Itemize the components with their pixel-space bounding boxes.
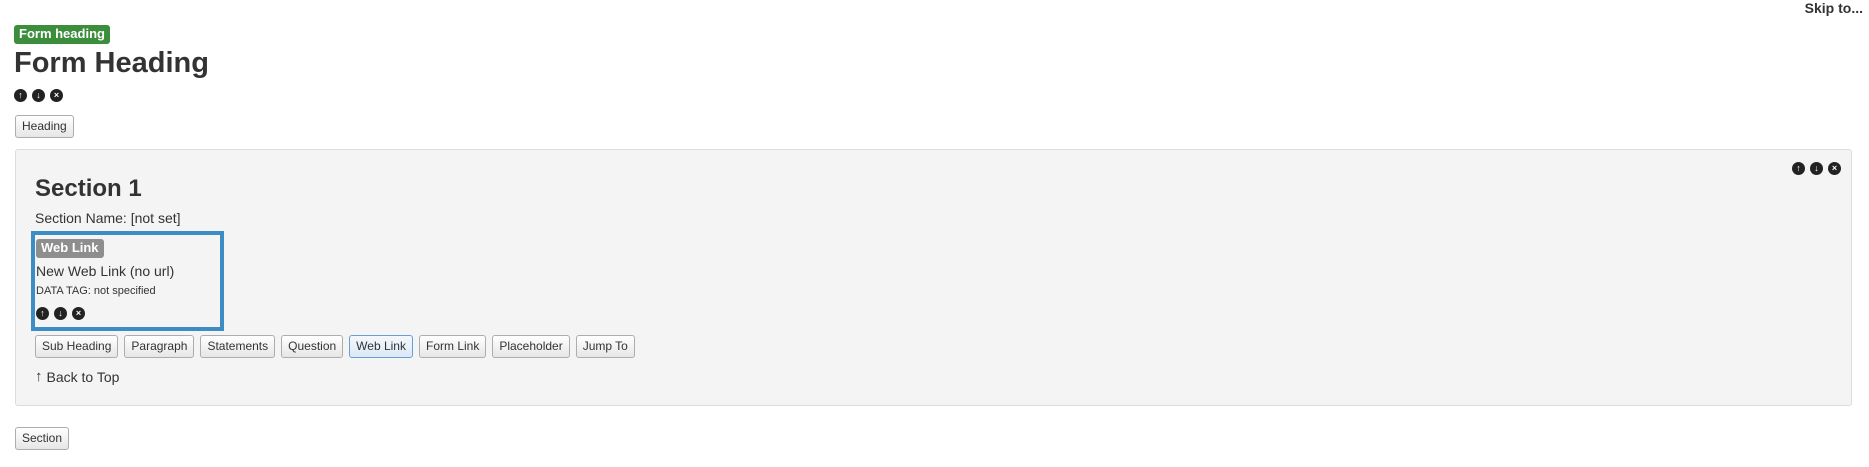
web-link-button[interactable]: Web Link [349, 335, 413, 358]
form-title: Form Heading [14, 47, 209, 79]
move-down-icon[interactable]: ↓ [1810, 162, 1823, 175]
question-button[interactable]: Question [281, 335, 344, 358]
heading-button[interactable]: Heading [15, 115, 74, 138]
paragraph-button[interactable]: Paragraph [124, 335, 195, 358]
delete-icon[interactable]: × [1828, 162, 1841, 175]
web-link-badge: Web Link [36, 239, 104, 258]
move-down-icon[interactable]: ↓ [32, 89, 45, 102]
delete-icon[interactable]: × [72, 307, 85, 320]
delete-icon[interactable]: × [50, 89, 63, 102]
move-down-icon[interactable]: ↓ [54, 307, 67, 320]
section-panel: ↑ ↓ × Section 1 Section Name: [not set] … [15, 149, 1852, 406]
statements-button[interactable]: Statements [200, 335, 276, 358]
web-link-controls: ↑ ↓ × [36, 307, 85, 320]
form-heading-controls: ↑ ↓ × [14, 89, 63, 102]
section-name: Section Name: [not set] [35, 210, 181, 226]
section-title: Section 1 [35, 175, 142, 202]
arrow-up-icon: ↑ [35, 368, 43, 385]
sub-heading-button[interactable]: Sub Heading [35, 335, 119, 358]
jump-to-button[interactable]: Jump To [575, 335, 635, 358]
form-link-button[interactable]: Form Link [418, 335, 487, 358]
placeholder-button[interactable]: Placeholder [492, 335, 570, 358]
add-section-button[interactable]: Section [15, 427, 70, 450]
back-to-top-link[interactable]: ↑ Back to Top [35, 368, 119, 385]
move-up-icon[interactable]: ↑ [14, 89, 27, 102]
web-link-name: New Web Link (no url) [36, 263, 175, 279]
add-item-toolbar: Sub Heading Paragraph Statements Questio… [35, 335, 635, 358]
move-up-icon[interactable]: ↑ [1792, 162, 1805, 175]
section-controls: ↑ ↓ × [1792, 162, 1841, 175]
skip-to-link[interactable]: Skip to... [1805, 0, 1863, 16]
move-up-icon[interactable]: ↑ [36, 307, 49, 320]
data-tag: DATA TAG: not specified [36, 285, 156, 297]
web-link-item[interactable]: Web Link New Web Link (no url) DATA TAG:… [31, 231, 224, 331]
form-heading-badge: Form heading [14, 25, 110, 44]
back-to-top-label: Back to Top [46, 368, 120, 385]
